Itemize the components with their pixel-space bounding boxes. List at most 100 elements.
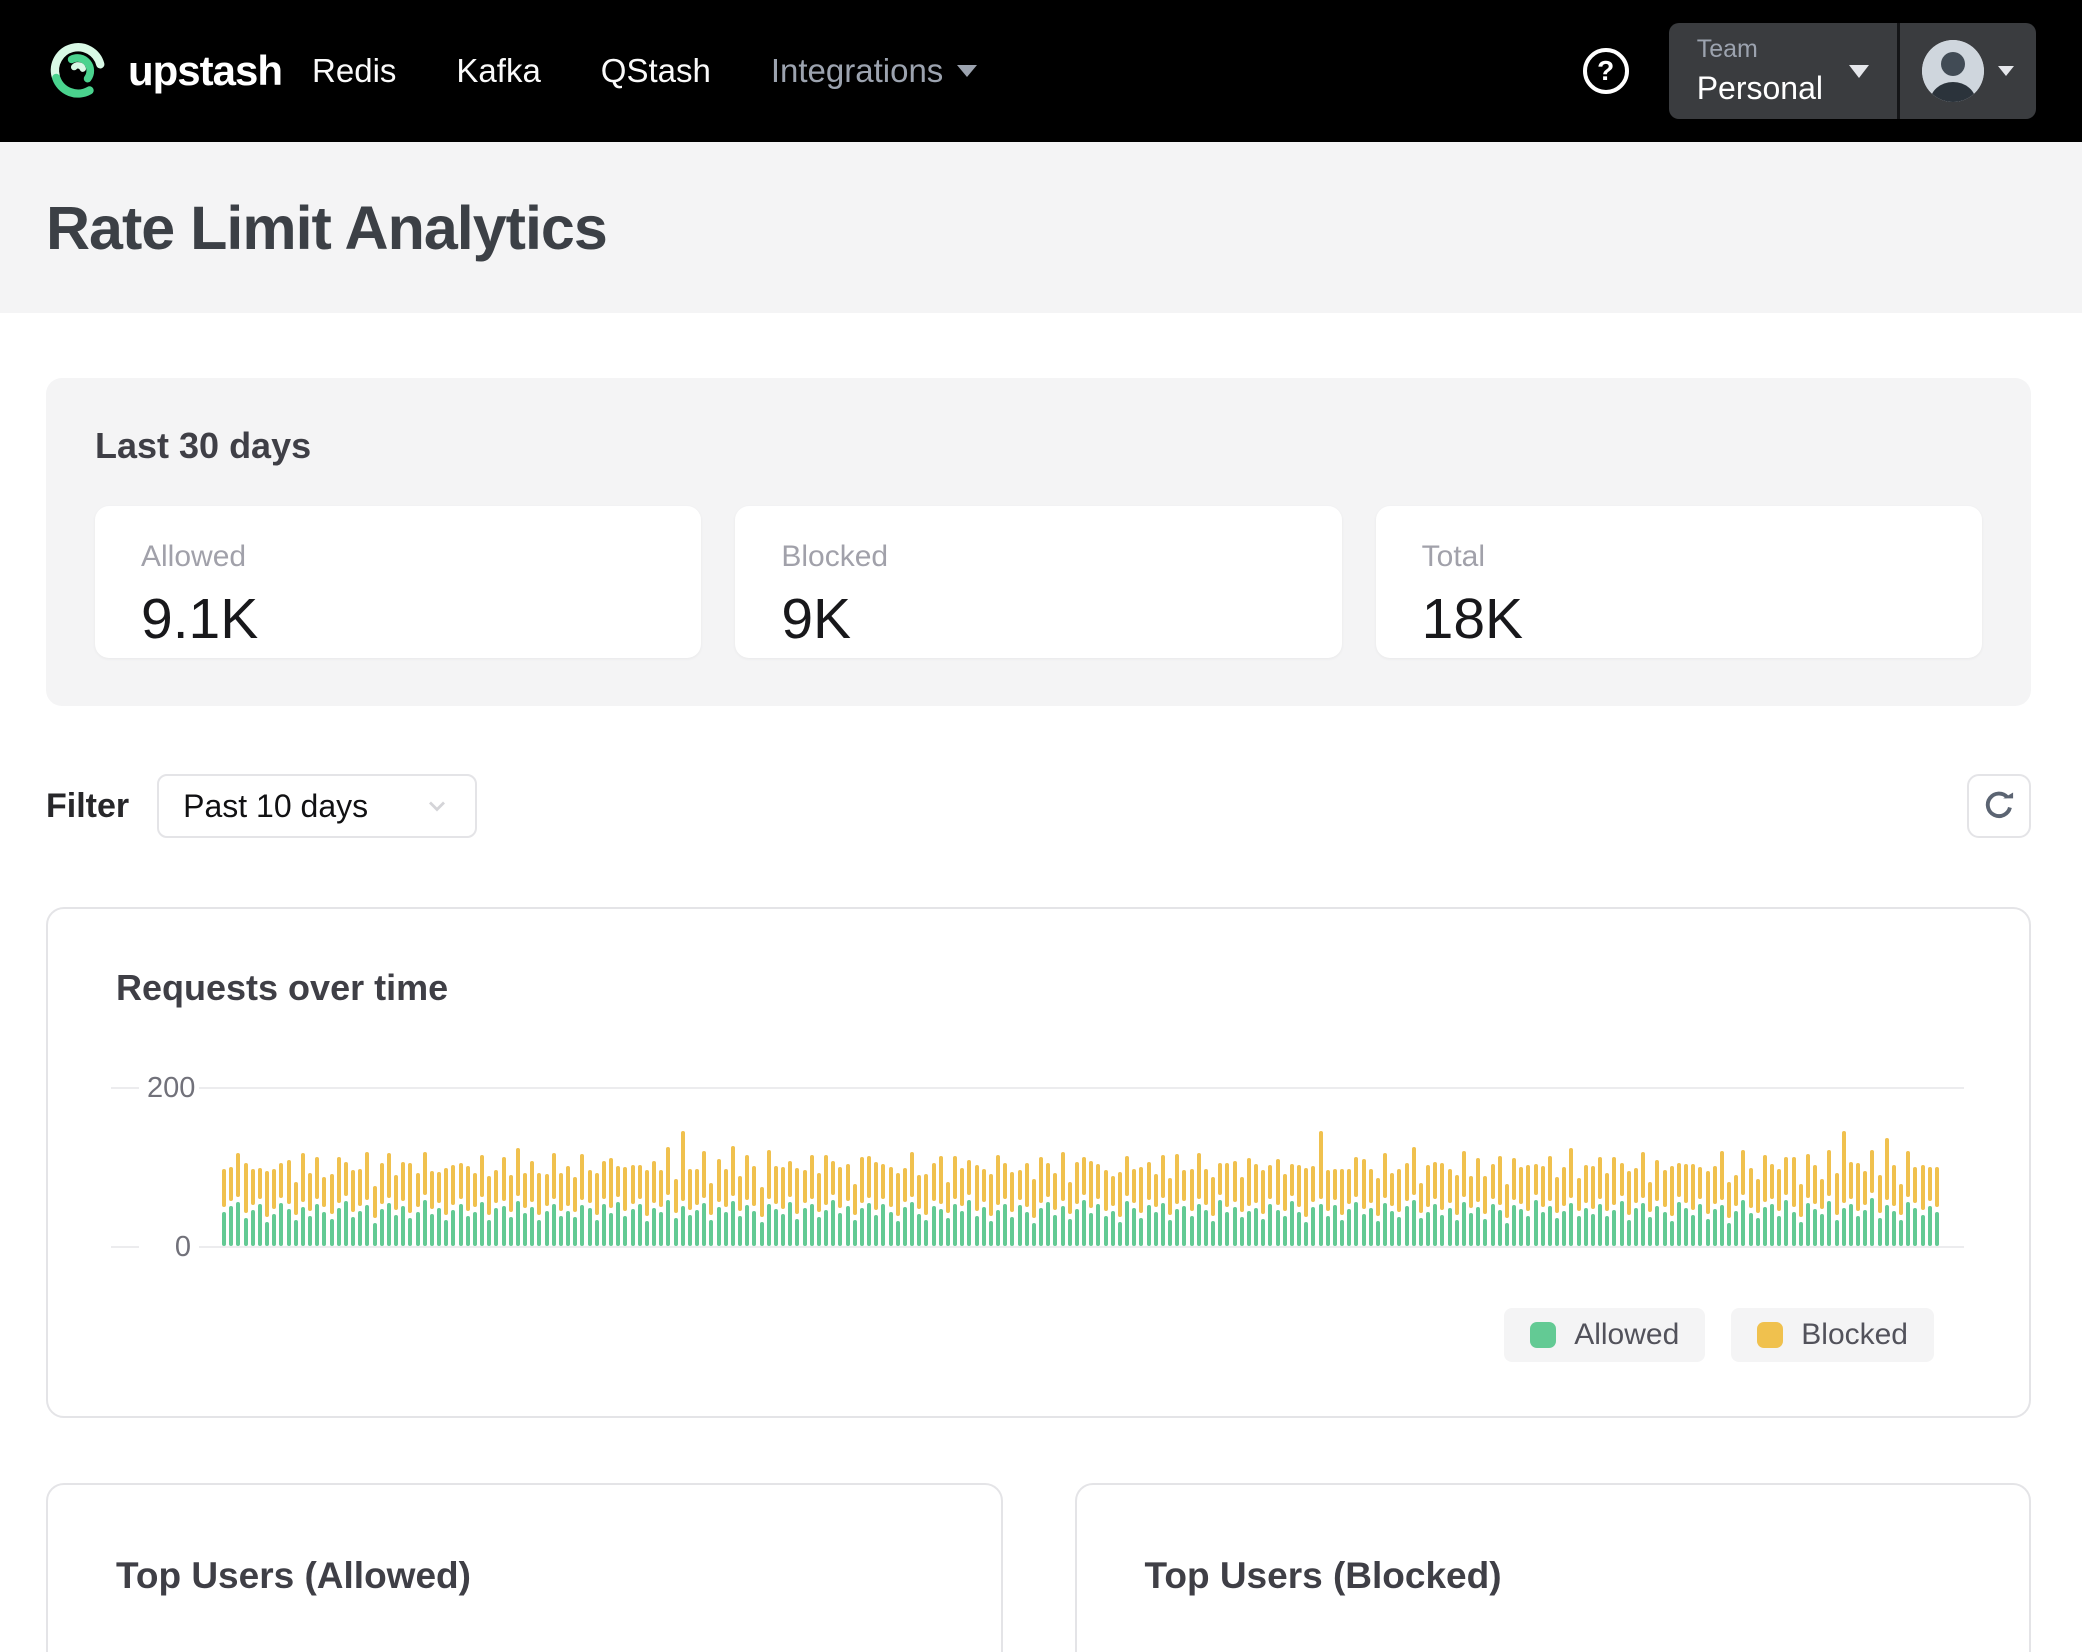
bar-allowed <box>1827 1201 1831 1246</box>
bar-allowed <box>1003 1204 1007 1246</box>
nav-item-integrations[interactable]: Integrations <box>771 52 977 90</box>
bar-allowed <box>1433 1204 1437 1246</box>
bar-allowed <box>1132 1208 1136 1246</box>
bar-blocked <box>838 1167 842 1208</box>
bar-allowed <box>494 1208 498 1246</box>
bar-blocked <box>1032 1179 1036 1218</box>
bar-allowed <box>760 1222 764 1246</box>
bar-allowed <box>1462 1202 1466 1246</box>
bar-blocked <box>580 1154 584 1200</box>
user-menu[interactable] <box>1900 23 2036 119</box>
bar-allowed <box>1053 1215 1057 1246</box>
bar-allowed <box>1799 1222 1803 1246</box>
bar-allowed <box>1519 1209 1523 1246</box>
legend-item-allowed[interactable]: Allowed <box>1504 1308 1705 1362</box>
bar-blocked <box>1147 1162 1151 1200</box>
bar-allowed <box>1268 1204 1272 1246</box>
bar-allowed <box>702 1203 706 1246</box>
bar-allowed <box>1806 1203 1810 1246</box>
bar-blocked <box>1233 1161 1237 1202</box>
refresh-button[interactable] <box>1967 774 2031 838</box>
bar-blocked <box>1455 1175 1459 1215</box>
bar-blocked <box>1225 1163 1229 1207</box>
bar-blocked <box>1376 1178 1380 1216</box>
upstash-logo[interactable]: upstash <box>46 37 282 106</box>
bar-allowed <box>1512 1205 1516 1246</box>
bar-blocked <box>294 1182 298 1215</box>
bar-allowed <box>1770 1204 1774 1246</box>
bar-blocked <box>1039 1157 1043 1203</box>
bar-allowed <box>752 1211 756 1246</box>
bar-blocked <box>530 1161 534 1202</box>
upstash-logo-icon <box>46 37 110 106</box>
legend-swatch-allowed <box>1530 1322 1556 1348</box>
stat-cards-row: Allowed 9.1K Blocked 9K Total 18K <box>95 506 1982 658</box>
bar-blocked <box>609 1158 613 1208</box>
bar-blocked <box>1863 1171 1867 1205</box>
bar-blocked <box>910 1152 914 1197</box>
bar-blocked <box>1462 1151 1466 1197</box>
bar-blocked <box>1842 1131 1846 1203</box>
team-switcher[interactable]: Team Personal <box>1669 23 1897 119</box>
bar-blocked <box>265 1171 269 1217</box>
bar-allowed <box>1290 1201 1294 1246</box>
bar-blocked <box>717 1159 721 1202</box>
bar-allowed <box>631 1209 635 1246</box>
legend-item-blocked[interactable]: Blocked <box>1731 1308 1934 1362</box>
bar-allowed <box>244 1218 248 1246</box>
bar-allowed <box>1125 1201 1129 1246</box>
bar-blocked <box>1591 1166 1595 1209</box>
bar-allowed <box>351 1217 355 1246</box>
bar-allowed <box>1147 1205 1151 1246</box>
bar-allowed <box>889 1212 893 1246</box>
bar-blocked <box>867 1156 871 1198</box>
bar-blocked <box>1849 1162 1853 1199</box>
bar-allowed <box>1340 1220 1344 1246</box>
bar-allowed <box>1455 1220 1459 1246</box>
bar-blocked <box>1512 1158 1516 1200</box>
nav-item-redis[interactable]: Redis <box>312 52 396 90</box>
bar-allowed <box>1118 1222 1122 1246</box>
bar-blocked <box>1419 1183 1423 1213</box>
date-range-select[interactable]: Past 10 days <box>157 774 477 838</box>
bar-blocked <box>1397 1169 1401 1212</box>
date-range-value: Past 10 days <box>183 788 368 825</box>
help-icon[interactable]: ? <box>1583 48 1629 94</box>
bar-allowed <box>1784 1200 1788 1246</box>
bar-allowed <box>1032 1223 1036 1246</box>
bar-allowed <box>1777 1216 1781 1246</box>
bar-allowed <box>1734 1211 1738 1246</box>
bar-allowed <box>1555 1218 1559 1246</box>
bar-allowed <box>1913 1208 1917 1246</box>
bar-blocked <box>631 1165 635 1204</box>
bar-allowed <box>1297 1212 1301 1246</box>
bar-allowed <box>251 1210 255 1246</box>
bar-blocked <box>595 1173 599 1215</box>
bar-allowed <box>301 1207 305 1246</box>
bar-blocked <box>222 1169 226 1207</box>
bar-allowed <box>1476 1207 1480 1246</box>
bar-blocked <box>932 1163 936 1201</box>
bar-allowed <box>853 1220 857 1246</box>
bar-allowed <box>1376 1221 1380 1246</box>
bar-blocked <box>1634 1168 1638 1203</box>
bar-blocked <box>1333 1169 1337 1200</box>
bar-allowed <box>810 1204 814 1246</box>
bar-blocked <box>537 1173 541 1215</box>
bar-allowed <box>387 1203 391 1246</box>
bar-allowed <box>817 1217 821 1246</box>
bar-allowed <box>1691 1215 1695 1246</box>
bar-allowed <box>1706 1219 1710 1246</box>
bar-blocked <box>652 1161 656 1203</box>
nav-item-kafka[interactable]: Kafka <box>456 52 540 90</box>
bar-blocked <box>1068 1182 1072 1214</box>
bar-allowed <box>1605 1216 1609 1246</box>
bar-blocked <box>287 1160 291 1204</box>
bar-blocked <box>1240 1177 1244 1212</box>
team-label: Team <box>1697 35 1823 64</box>
nav-item-qstash[interactable]: QStash <box>601 52 711 90</box>
bar-blocked <box>1792 1157 1796 1207</box>
bar-allowed <box>1498 1210 1502 1246</box>
bar-blocked <box>1132 1169 1136 1203</box>
bar-allowed <box>1713 1209 1717 1246</box>
